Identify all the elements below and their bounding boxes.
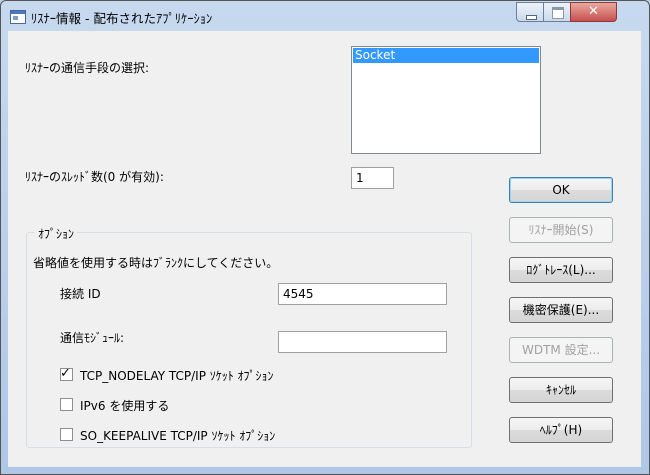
tcp-nodelay-label[interactable]: TCP_NODELAY TCP/IP ｿｹｯﾄ ｵﾌﾟｼｮﾝ — [80, 367, 274, 384]
app-window-icon[interactable] — [10, 10, 26, 24]
comm-module-input[interactable] — [278, 331, 447, 353]
thread-count-label: ﾘｽﾅｰのｽﾚｯﾄﾞ数(0 が有効): — [25, 170, 164, 184]
title-bar[interactable]: ﾘｽﾅｰ情報 - 配布されたｱﾌﾟﾘｹｰｼｮﾝ ✕ — [1, 1, 649, 31]
dialog-window: ﾘｽﾅｰ情報 - 配布されたｱﾌﾟﾘｹｰｼｮﾝ ✕ ﾘｽﾅｰの通信手段の選択: … — [0, 0, 650, 475]
ok-button[interactable]: OK — [509, 177, 613, 203]
options-hint: 省略値を使用する時はﾌﾞﾗﾝｸにしてください。 — [33, 256, 279, 270]
options-group-title: ｵﾌﾟｼｮﾝ — [35, 225, 78, 242]
ipv6-checkbox[interactable] — [60, 398, 73, 411]
check-icon: ✓ — [60, 366, 71, 381]
log-trace-button[interactable]: ﾛｸﾞﾄﾚｰｽ(L)... — [509, 257, 613, 283]
close-button[interactable]: ✕ — [570, 2, 617, 22]
dialog-client-area: ﾘｽﾅｰの通信手段の選択: Socket ﾘｽﾅｰのｽﾚｯﾄﾞ数(0 が有効):… — [8, 31, 641, 467]
comm-module-label: 通信ﾓｼﾞｭｰﾙ: — [60, 331, 125, 345]
so-keepalive-checkbox[interactable] — [60, 428, 73, 441]
cancel-button[interactable]: ｷｬﾝｾﾙ — [509, 377, 613, 403]
connection-id-label: 接続 ID — [60, 287, 101, 301]
comm-method-label: ﾘｽﾅｰの通信手段の選択: — [25, 61, 150, 75]
window-title: ﾘｽﾅｰ情報 - 配布されたｱﾌﾟﾘｹｰｼｮﾝ — [31, 11, 213, 26]
list-item-socket[interactable]: Socket — [353, 48, 539, 63]
help-button[interactable]: ﾍﾙﾌﾟ(H) — [509, 417, 613, 443]
thread-count-input[interactable]: 1 — [351, 167, 394, 189]
minimize-button[interactable] — [516, 2, 544, 22]
tcp-nodelay-checkbox[interactable]: ✓ — [60, 366, 73, 381]
security-button[interactable]: 機密保護(E)... — [509, 297, 613, 323]
start-listener-button: ﾘｽﾅｰ開始(S) — [509, 217, 613, 243]
close-icon: ✕ — [588, 4, 599, 19]
so-keepalive-label[interactable]: SO_KEEPALIVE TCP/IP ｿｹｯﾄ ｵﾌﾟｼｮﾝ — [80, 427, 275, 444]
wdtm-settings-button: WDTM 設定... — [509, 337, 613, 363]
maximize-button — [543, 2, 571, 22]
ipv6-label[interactable]: IPv6 を使用する — [80, 397, 169, 414]
comm-method-listbox[interactable]: Socket — [351, 46, 541, 154]
connection-id-input[interactable]: 4545 — [278, 283, 447, 305]
